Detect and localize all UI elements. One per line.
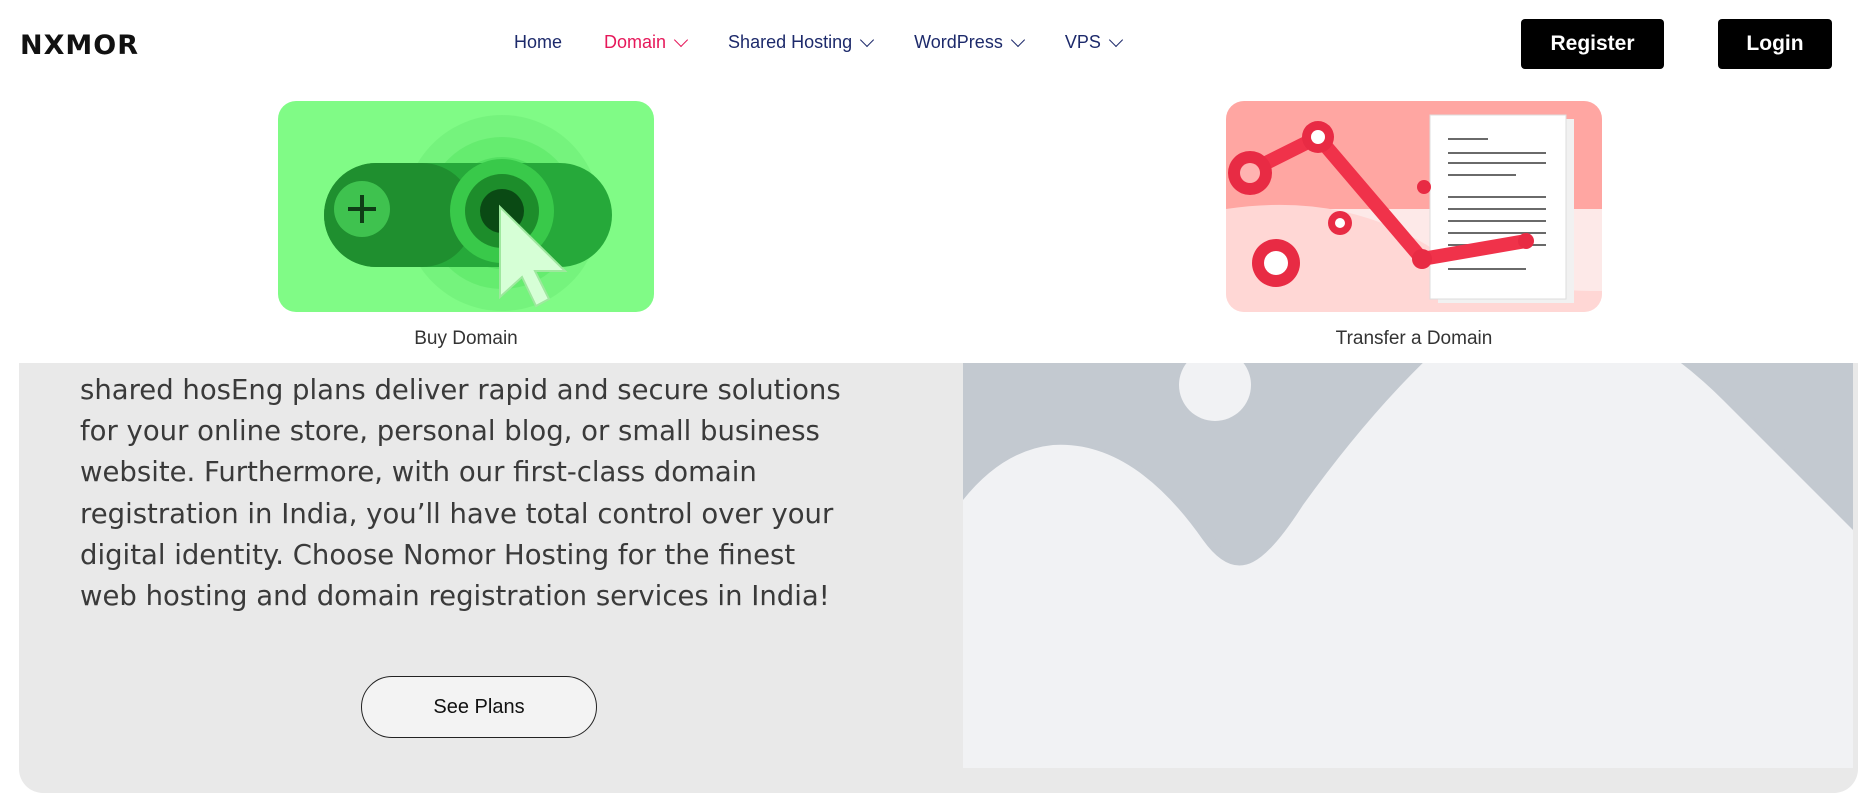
nav-label: VPS <box>1064 32 1101 52</box>
nav-item-domain[interactable]: Domain <box>604 32 689 53</box>
nav-label: WordPress <box>914 32 1003 52</box>
nav-item-shared-hosting[interactable]: Shared Hosting <box>728 32 875 53</box>
hero-description: shared hosEng plans deliver rapid and se… <box>80 374 841 613</box>
domain-dropdown-menu: Buy Domain Transfer a Domain <box>0 88 1858 363</box>
buy-domain-menu-item[interactable]: Buy Domain <box>278 101 654 350</box>
transfer-domain-illustration <box>1226 101 1602 312</box>
nav-item-vps[interactable]: VPS <box>1064 32 1123 53</box>
image-placeholder <box>963 300 1853 768</box>
image-placeholder-icon <box>963 300 1853 768</box>
logo[interactable]: NXMOR <box>20 30 139 61</box>
nav-label: Home <box>514 32 563 52</box>
nav-item-wordpress[interactable]: WordPress <box>914 32 1025 53</box>
see-plans-button[interactable]: See Plans <box>361 676 597 738</box>
nav-item-home[interactable]: Home <box>514 32 562 53</box>
site-header: NXMOR Home Domain Shared Hosting WordPre… <box>0 0 1868 88</box>
chevron-down-icon <box>1010 32 1025 47</box>
buy-domain-label: Buy Domain <box>414 328 518 349</box>
login-button[interactable]: Login <box>1718 19 1832 69</box>
nav-label: Shared Hosting <box>728 32 853 52</box>
register-button[interactable]: Register <box>1521 19 1664 69</box>
hero-card: shared hosEng plans deliver rapid and se… <box>19 300 1858 793</box>
transfer-domain-label: Transfer a Domain <box>1335 328 1493 349</box>
transfer-domain-menu-item[interactable]: Transfer a Domain <box>1226 101 1602 350</box>
main-nav: Home Domain Shared Hosting WordPress VPS <box>514 32 1163 53</box>
chevron-down-icon <box>673 32 689 47</box>
nav-label: Domain <box>604 32 667 52</box>
chevron-down-icon <box>860 32 875 47</box>
chevron-down-icon <box>1108 32 1123 47</box>
buy-domain-illustration <box>278 101 654 312</box>
